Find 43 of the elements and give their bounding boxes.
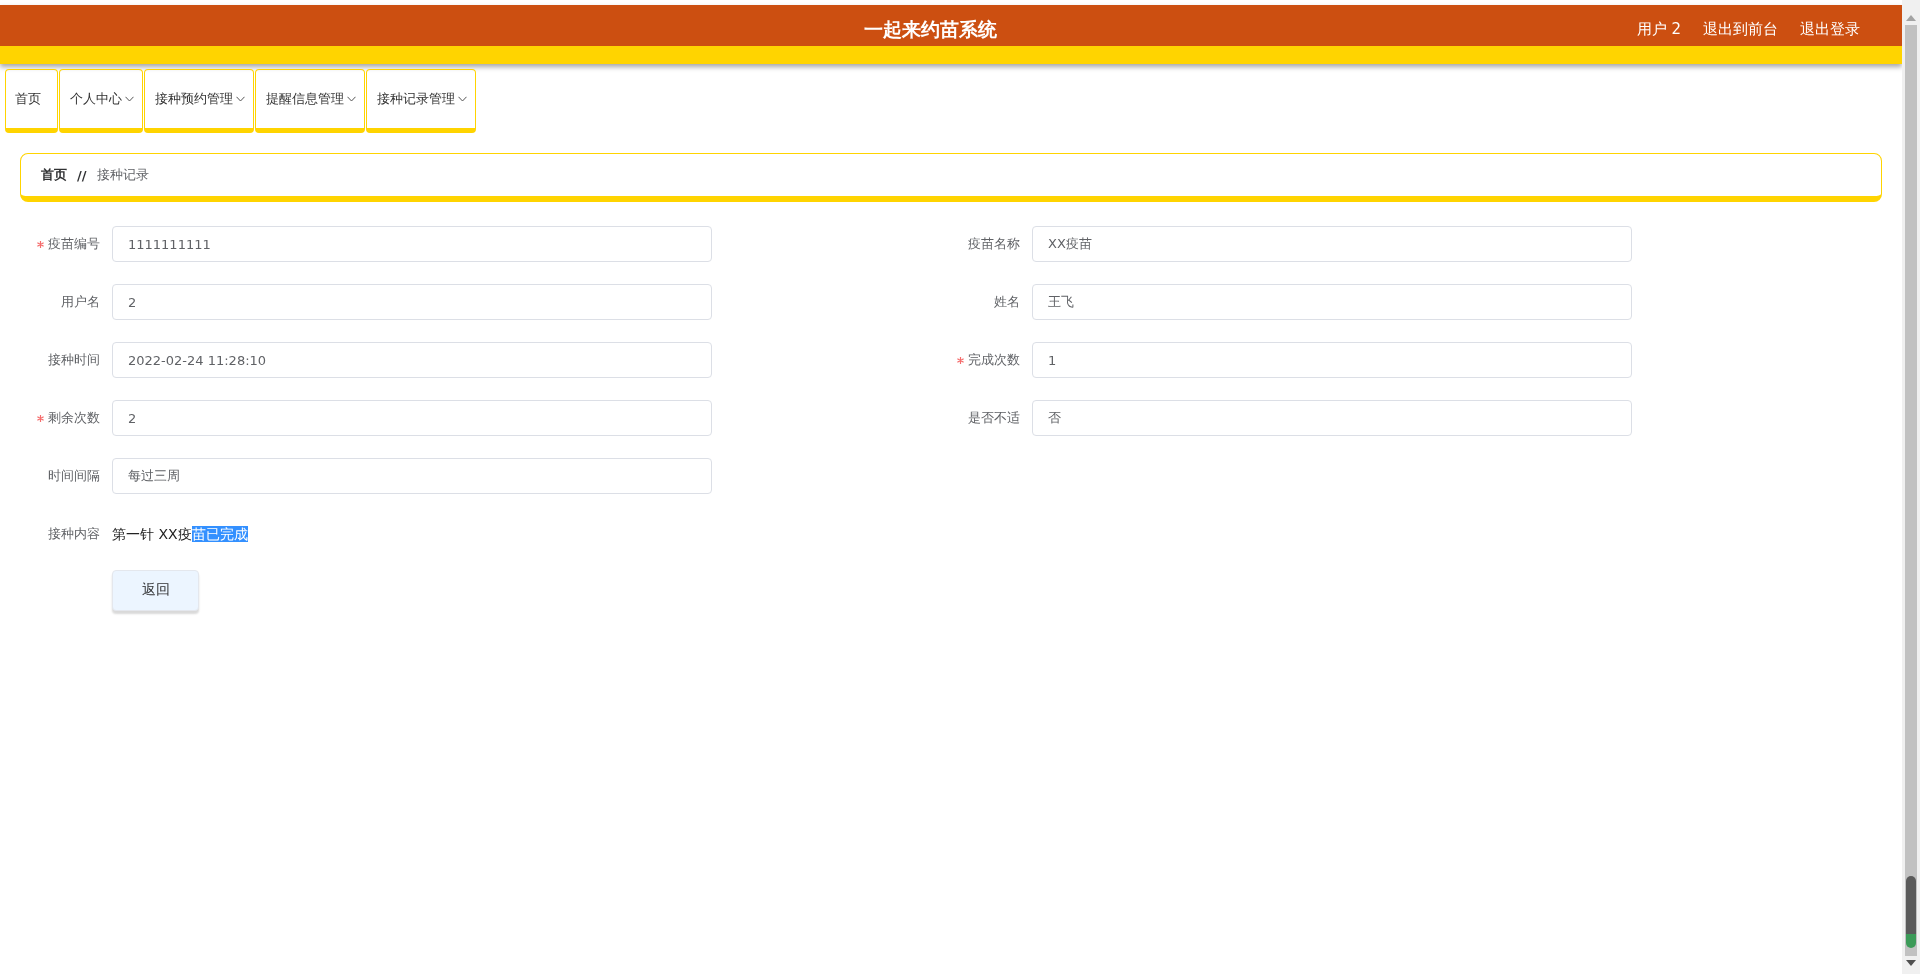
input-field[interactable]: 否 — [1032, 400, 1632, 436]
input-field[interactable]: 2022-02-24 11:28:10 — [112, 342, 712, 378]
field-label: 剩余次数 — [48, 409, 100, 427]
caret-icon — [236, 96, 245, 102]
header-link[interactable]: 用户 2 — [1636, 20, 1681, 39]
nav-menu-item[interactable]: 提醒信息管理 — [255, 69, 365, 133]
header-link[interactable]: 退出到前台 — [1703, 20, 1778, 39]
input-field[interactable]: 每过三周 — [112, 458, 712, 494]
nav-menu-item[interactable]: 接种预约管理 — [144, 69, 254, 133]
input-field[interactable]: 2 — [112, 284, 712, 320]
field-label: 用户名 — [61, 293, 100, 311]
input-field[interactable]: 2 — [112, 400, 712, 436]
field-label: 完成次数 — [968, 351, 1020, 369]
scroll-down-arrow-icon[interactable] — [1906, 960, 1916, 966]
field-label: 姓名 — [994, 293, 1020, 311]
caret-icon — [347, 96, 356, 102]
nav-menu-item[interactable]: 首页 — [5, 69, 58, 133]
scrollbar-thumb[interactable] — [1906, 876, 1916, 948]
required-asterisk-icon — [37, 414, 44, 422]
input-field[interactable]: XX疫苗 — [1032, 226, 1632, 262]
caret-icon — [125, 96, 134, 102]
breadcrumb-separator: // — [77, 167, 87, 183]
field-label: 时间间隔 — [48, 467, 100, 485]
header-link[interactable]: 退出登录 — [1800, 20, 1860, 39]
scrollbar[interactable] — [1902, 0, 1920, 974]
field-label: 是否不适 — [968, 409, 1020, 427]
field-label: 疫苗编号 — [48, 235, 100, 253]
nav-menu-item[interactable]: 个人中心 — [59, 69, 143, 133]
field-label: 接种内容 — [48, 525, 100, 543]
input-field[interactable]: 1111111111 — [112, 226, 712, 262]
nav-menu-item[interactable]: 接种记录管理 — [366, 69, 476, 133]
input-field[interactable]: 1 — [1032, 342, 1632, 378]
breadcrumb-current: 接种记录 — [96, 166, 149, 184]
caret-icon — [458, 96, 467, 102]
breadcrumb-link[interactable]: 首页 — [41, 166, 67, 184]
input-field[interactable]: 王飞 — [1032, 284, 1632, 320]
site-title: 一起来约苗系统 — [863, 16, 997, 42]
content-text: 第一针 XX疫苗已完成 — [112, 525, 248, 544]
field-label: 接种时间 — [48, 351, 100, 369]
field-label: 疫苗名称 — [968, 235, 1020, 253]
required-asterisk-icon — [37, 240, 44, 248]
required-asterisk-icon — [957, 356, 964, 364]
back-button[interactable]: 返回 — [112, 569, 199, 611]
